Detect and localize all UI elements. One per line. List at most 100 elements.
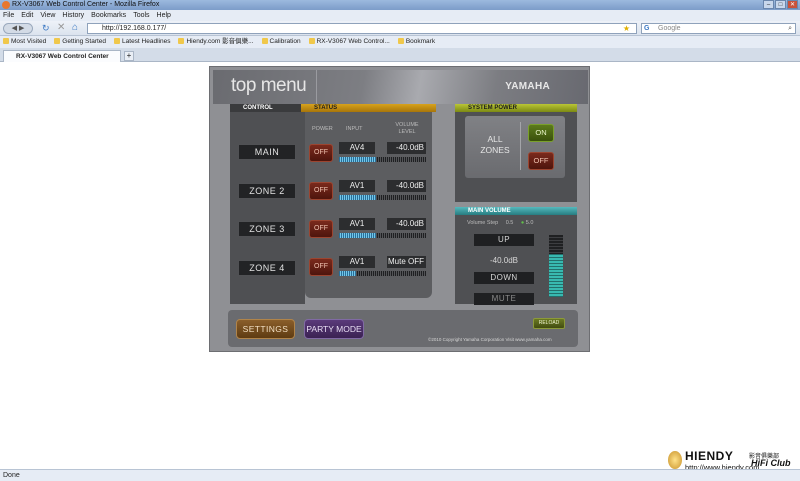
bookmark-star-icon[interactable]: ★ bbox=[623, 24, 630, 33]
all-zones-label: ALL ZONES bbox=[475, 134, 515, 156]
menu-help[interactable]: Help bbox=[157, 10, 171, 21]
yamaha-logo: YAMAHA bbox=[505, 81, 550, 92]
zone-2-volume: -40.0dB bbox=[387, 180, 426, 192]
hiendy-speaker-icon bbox=[668, 451, 682, 469]
system-power-inner: ALL ZONES ON OFF bbox=[465, 116, 565, 178]
menu-bookmarks[interactable]: Bookmarks bbox=[91, 10, 126, 21]
zone-2-meter bbox=[339, 195, 426, 200]
bookmark-latest-headlines[interactable]: Latest Headlines bbox=[114, 36, 170, 48]
volume-down-button[interactable]: DOWN bbox=[474, 272, 534, 284]
window-titlebar: RX-V3067 Web Control Center - Mozilla Fi… bbox=[0, 0, 800, 10]
zone-3-volume: -40.0dB bbox=[387, 218, 426, 230]
all-zones-line1: ALL bbox=[487, 134, 503, 144]
search-box[interactable]: G Google ⌕ bbox=[641, 23, 796, 34]
menu-tools[interactable]: Tools bbox=[133, 10, 149, 21]
search-placeholder: Google bbox=[658, 25, 681, 32]
zone-2-input[interactable]: AV1 bbox=[339, 180, 375, 192]
zone-3-meter-fill bbox=[339, 233, 376, 238]
system-power-divider bbox=[520, 122, 521, 170]
zone-main-meter bbox=[339, 157, 426, 162]
minimize-button[interactable]: – bbox=[763, 0, 774, 9]
zone-4-meter bbox=[339, 271, 426, 276]
search-icon[interactable]: ⌕ bbox=[788, 24, 792, 33]
zone-3-input[interactable]: AV1 bbox=[339, 218, 375, 230]
tab-label: RX-V3067 Web Control Center bbox=[16, 53, 109, 60]
firefox-icon bbox=[2, 1, 10, 9]
menu-edit[interactable]: Edit bbox=[21, 10, 33, 21]
volume-step-row: Volume Step 0.5 ● 5.0 bbox=[467, 220, 533, 226]
close-button[interactable]: ✕ bbox=[787, 0, 798, 9]
address-bar[interactable]: http://192.168.0.177/ ★ bbox=[87, 23, 637, 34]
bookmark-bookmark[interactable]: Bookmark bbox=[398, 36, 435, 48]
url-text: http://192.168.0.177/ bbox=[102, 25, 167, 32]
status-text: Done bbox=[3, 472, 20, 479]
main-volume-header: MAIN VOLUME bbox=[455, 207, 577, 215]
zone-2-button[interactable]: ZONE 2 bbox=[238, 183, 296, 199]
new-tab-button[interactable]: + bbox=[124, 51, 134, 61]
col-volume-label: VOLUME LEVEL bbox=[395, 122, 419, 135]
all-zones-off-button[interactable]: OFF bbox=[528, 152, 554, 170]
maximize-button[interactable]: □ bbox=[775, 0, 786, 9]
window-title: RX-V3067 Web Control Center - Mozilla Fi… bbox=[12, 1, 160, 8]
copyright-text: ©2010 Copyright Yamaha Corporation Visit… bbox=[428, 337, 552, 342]
yamaha-control-panel: top menu YAMAHA CONTROL STATUS MAIN ZONE… bbox=[209, 66, 590, 352]
zone-4-volume: Mute OFF bbox=[387, 256, 426, 268]
reload-button[interactable]: RELOAD bbox=[533, 318, 565, 329]
bookmark-hiendy[interactable]: Hiendy.com 影音俱樂... bbox=[178, 36, 253, 48]
bookmark-rx-v3067[interactable]: RX-V3067 Web Control... bbox=[309, 36, 390, 48]
party-mode-button[interactable]: PARTY MODE bbox=[304, 319, 364, 339]
mute-button[interactable]: MUTE bbox=[474, 293, 534, 305]
bottom-bar: SETTINGS PARTY MODE RELOAD ©2010 Copyrig… bbox=[228, 310, 578, 347]
all-zones-on-button[interactable]: ON bbox=[528, 124, 554, 142]
home-icon[interactable]: ⌂ bbox=[72, 22, 78, 33]
zone-3-button[interactable]: ZONE 3 bbox=[238, 221, 296, 237]
zone-2-meter-fill bbox=[339, 195, 376, 200]
volume-step-alt[interactable]: 5.0 bbox=[526, 220, 534, 226]
bookmark-most-visited[interactable]: Most Visited bbox=[3, 36, 46, 48]
col-input-label: INPUT bbox=[346, 126, 363, 132]
volume-step-radio-icon[interactable]: ● bbox=[521, 220, 524, 226]
navigation-toolbar: ◀ ▶ ↻ ✕ ⌂ http://192.168.0.177/ ★ G Goog… bbox=[0, 21, 800, 36]
control-header: CONTROL bbox=[230, 104, 302, 112]
hiendy-watermark: HIENDY 影音俱樂部 HiFi Club http://www.hiendy… bbox=[668, 449, 794, 472]
page-title: top menu bbox=[231, 75, 307, 96]
status-bar: Done bbox=[0, 469, 800, 481]
reload-icon[interactable]: ↻ bbox=[42, 23, 50, 34]
all-zones-line2: ZONES bbox=[480, 145, 510, 155]
main-volume-bar bbox=[549, 235, 563, 297]
bookmarks-toolbar: Most Visited Getting Started Latest Head… bbox=[0, 36, 800, 48]
zone-main-power-button[interactable]: OFF bbox=[309, 144, 333, 162]
tab-rx-v3067[interactable]: RX-V3067 Web Control Center bbox=[3, 50, 121, 62]
main-volume-section: Volume Step 0.5 ● 5.0 UP -40.0dB DOWN MU… bbox=[455, 215, 577, 305]
bookmark-getting-started[interactable]: Getting Started bbox=[54, 36, 106, 48]
zone-3-power-button[interactable]: OFF bbox=[309, 220, 333, 238]
zone-main-meter-fill bbox=[339, 157, 376, 162]
col-power-label: POWER bbox=[312, 126, 333, 132]
menu-view[interactable]: View bbox=[40, 10, 55, 21]
stop-icon[interactable]: ✕ bbox=[57, 22, 65, 33]
status-header: STATUS bbox=[301, 104, 436, 112]
status-column-headers: POWER INPUT VOLUME LEVEL bbox=[305, 122, 432, 138]
volume-up-button[interactable]: UP bbox=[474, 234, 534, 246]
menu-file[interactable]: File bbox=[3, 10, 14, 21]
zone-main-button[interactable]: MAIN bbox=[238, 144, 296, 160]
control-column: MAIN ZONE 2 ZONE 3 ZONE 4 bbox=[230, 112, 305, 304]
zone-main-input[interactable]: AV4 bbox=[339, 142, 375, 154]
zone-4-meter-fill bbox=[339, 271, 357, 276]
volume-step-label: Volume Step bbox=[467, 220, 499, 226]
zone-2-power-button[interactable]: OFF bbox=[309, 182, 333, 200]
tab-strip: RX-V3067 Web Control Center + bbox=[0, 48, 800, 62]
zone-4-button[interactable]: ZONE 4 bbox=[238, 260, 296, 276]
volume-step-value[interactable]: 0.5 bbox=[506, 220, 514, 226]
system-power-header: SYSTEM POWER bbox=[455, 104, 577, 112]
zone-4-power-button[interactable]: OFF bbox=[309, 258, 333, 276]
menu-history[interactable]: History bbox=[62, 10, 84, 21]
bookmark-calibration[interactable]: Calibration bbox=[262, 36, 301, 48]
search-engine-icon[interactable]: G bbox=[644, 24, 649, 33]
header-divider bbox=[316, 70, 317, 104]
back-forward-button[interactable]: ◀ ▶ bbox=[3, 23, 33, 34]
main-volume-bar-fill bbox=[549, 253, 563, 297]
zone-4-input[interactable]: AV1 bbox=[339, 256, 375, 268]
settings-button[interactable]: SETTINGS bbox=[236, 319, 295, 339]
status-column: POWER INPUT VOLUME LEVEL OFF AV4 -40.0dB… bbox=[305, 112, 432, 298]
